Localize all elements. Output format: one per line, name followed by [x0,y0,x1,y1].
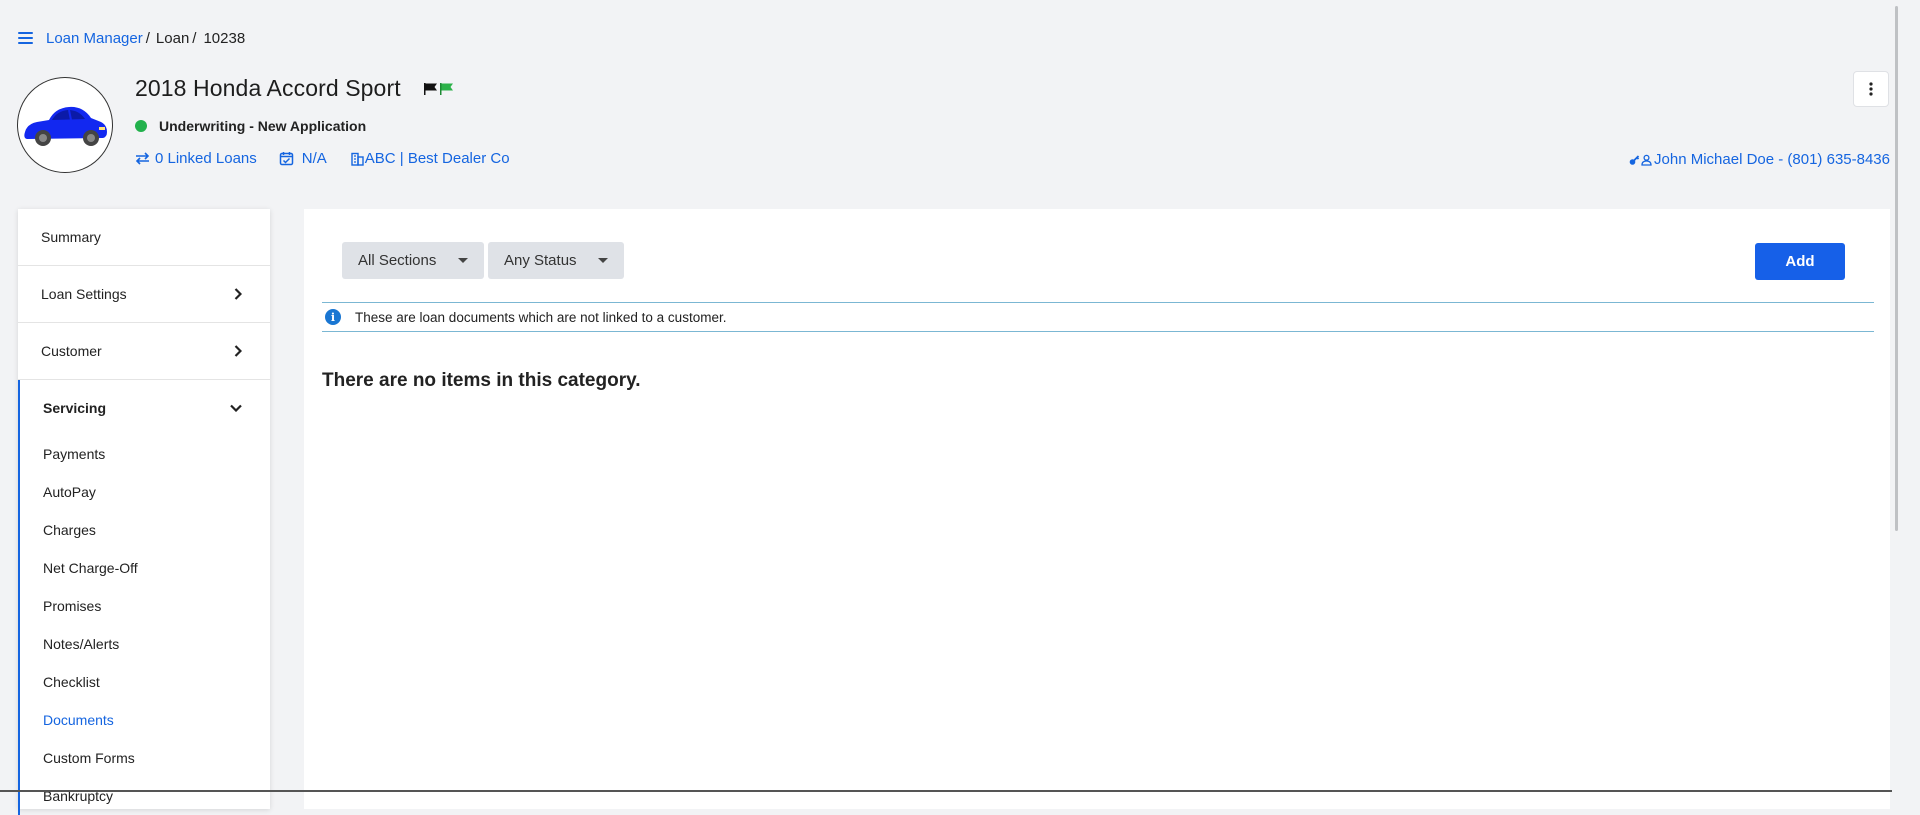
calendar-check-icon [279,152,293,166]
status-dot-icon [135,120,147,132]
menu-icon[interactable] [18,31,34,45]
info-text: These are loan documents which are not l… [355,309,727,325]
sidebar-item-checklist[interactable]: Checklist [20,663,270,701]
breadcrumb: Loan Manager / Loan / 10238 [18,26,245,50]
page-title: 2018 Honda Accord Sport [135,75,401,101]
flags [423,82,455,96]
sidebar-item-documents[interactable]: Documents [20,701,270,739]
sidebar-section-servicing: Servicing Payments AutoPay Charges Net C… [18,380,270,815]
sidebar-item-customer[interactable]: Customer [18,323,270,380]
green-flag-icon[interactable] [439,82,455,96]
sidebar-item-notes-alerts[interactable]: Notes/Alerts [20,625,270,663]
sidebar-item-summary[interactable]: Summary [18,209,270,266]
car-icon [24,106,108,146]
breadcrumb-loan: Loan [155,29,190,47]
status-text: Underwriting - New Application [159,118,367,134]
sidebar-item-net-charge-off[interactable]: Net Charge-Off [20,549,270,587]
sidebar-item-charges[interactable]: Charges [20,511,270,549]
status-filter-value: Any Status [504,252,577,269]
sidebar-item-payments[interactable]: Payments [20,435,270,473]
section-filter-value: All Sections [358,252,437,269]
sidebar-item-promises[interactable]: Promises [20,587,270,625]
breadcrumb-separator: / [192,29,197,47]
sidebar-item-label: Summary [41,229,101,245]
linked-loans-link[interactable]: 0 Linked Loans [135,150,257,167]
kebab-icon [1869,82,1873,96]
breadcrumb-loan-manager[interactable]: Loan Manager [46,30,143,47]
vehicle-avatar [17,77,113,173]
info-icon: i [325,309,341,325]
chevron-down-icon [230,404,242,412]
empty-state-message: There are no items in this category. [322,370,641,391]
contact-label: John Michael Doe - (801) 635-8436 [1654,151,1890,168]
chevron-right-icon [234,345,242,357]
linked-loans-label: 0 Linked Loans [155,150,257,167]
chevron-right-icon [234,288,242,300]
loan-meta: 0 Linked Loans N/A ABC | Best Dealer Co [135,150,532,167]
dealer-label: ABC | Best Dealer Co [364,150,510,167]
info-alert: i These are loan documents which are not… [322,302,1874,332]
title-row: 2018 Honda Accord Sport [135,75,455,102]
documents-panel: All Sections Any Status Add i These are … [304,209,1890,809]
caret-down-icon [598,258,608,263]
add-button[interactable]: Add [1755,243,1845,280]
black-flag-icon[interactable] [423,82,439,96]
breadcrumb-separator: / [145,29,150,47]
more-options-button[interactable] [1853,71,1889,107]
user-icon [1641,154,1652,166]
dealer-link[interactable]: ABC | Best Dealer Co [351,150,510,167]
section-filter-dropdown[interactable]: All Sections [342,242,484,279]
date-link[interactable]: N/A [279,150,327,167]
sidebar-item-bankruptcy[interactable]: Bankruptcy [20,777,270,815]
sidebar-item-custom-forms[interactable]: Custom Forms [20,739,270,777]
scrollbar-thumb[interactable] [1895,6,1898,531]
contact-link[interactable]: John Michael Doe - (801) 635-8436 [1629,151,1890,168]
sidebar-section-label: Servicing [43,399,107,416]
breadcrumb-loan-id: 10238 [203,29,246,47]
building-icon [351,152,364,166]
caret-down-icon [458,258,468,263]
sidebar-item-loan-settings[interactable]: Loan Settings [18,266,270,323]
date-label: N/A [301,150,327,167]
sidebar: Summary Loan Settings Customer Servicing… [18,209,270,815]
status-filter-dropdown[interactable]: Any Status [488,242,624,279]
exchange-icon [135,152,150,165]
sidebar-item-autopay[interactable]: AutoPay [20,473,270,511]
sidebar-item-label: Loan Settings [41,286,127,302]
sidebar-item-servicing[interactable]: Servicing [20,380,270,435]
sidebar-item-label: Customer [41,343,102,359]
key-icon [1629,154,1640,165]
loan-status: Underwriting - New Application [135,118,366,134]
